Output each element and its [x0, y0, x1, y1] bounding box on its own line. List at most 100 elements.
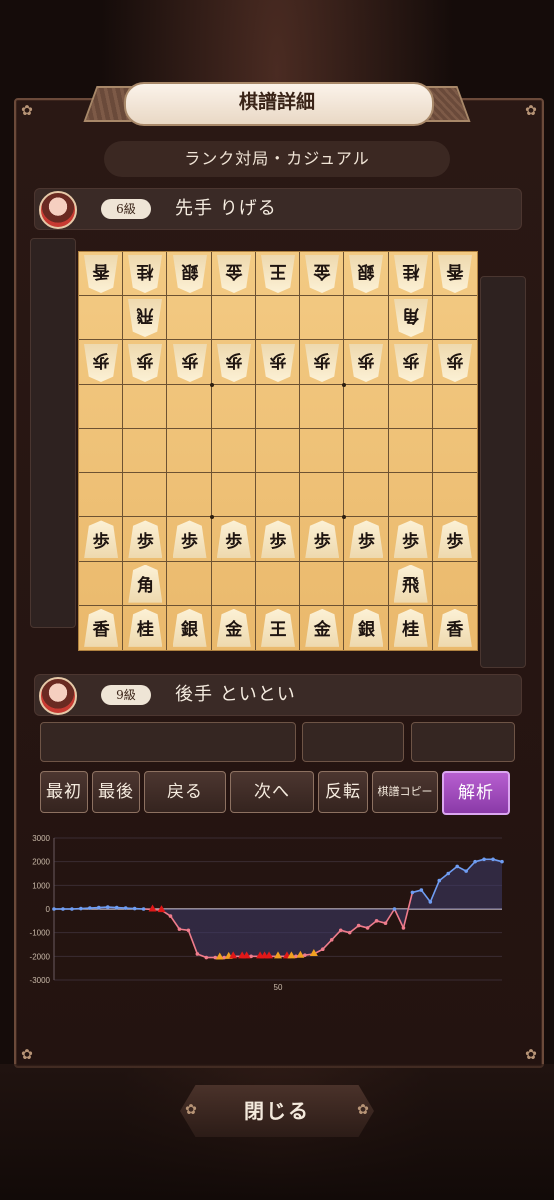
shogi-piece[interactable]: 王 [261, 255, 295, 293]
shogi-piece[interactable]: 歩 [217, 344, 251, 382]
shogi-piece[interactable]: 歩 [393, 520, 428, 559]
shogi-piece[interactable]: 香 [84, 255, 118, 293]
shogi-piece[interactable]: 桂 [394, 255, 428, 293]
shogi-board[interactable]: 香桂銀金王金銀桂香飛角歩歩歩歩歩歩歩歩歩歩歩歩歩歩歩歩歩歩角飛香桂銀金王金銀桂香 [78, 251, 478, 651]
board-cell[interactable] [300, 384, 345, 429]
evaluation-point [114, 905, 119, 910]
shogi-piece[interactable]: 歩 [84, 520, 119, 559]
board-cell[interactable] [255, 561, 301, 606]
shogi-piece[interactable]: 金 [305, 608, 340, 647]
close-button[interactable]: ✿ ✿ 閉じる [180, 1085, 374, 1137]
board-cell[interactable] [79, 384, 124, 429]
evaluation-point [79, 906, 83, 911]
board-cell[interactable] [79, 473, 124, 518]
shogi-piece[interactable]: 金 [217, 255, 251, 293]
shogi-piece[interactable]: 銀 [349, 608, 384, 647]
board-cell[interactable] [344, 428, 389, 474]
shogi-piece[interactable]: 王 [261, 608, 295, 647]
shogi-piece[interactable]: 金 [216, 608, 251, 647]
board-cell[interactable] [388, 384, 433, 429]
shogi-piece[interactable]: 桂 [128, 255, 162, 293]
board-cell[interactable] [432, 385, 477, 429]
evaluation-point [132, 906, 137, 911]
first-move-button[interactable]: 最初 [40, 771, 88, 813]
shogi-piece[interactable]: 歩 [173, 344, 207, 382]
board-cell[interactable] [432, 473, 477, 518]
board-cell[interactable] [432, 429, 477, 474]
shogi-piece[interactable]: 金 [305, 255, 339, 293]
board-cell[interactable] [300, 561, 345, 606]
shogi-piece[interactable]: 歩 [172, 520, 207, 559]
shogi-piece[interactable]: 歩 [128, 344, 162, 382]
rank-badge: 9級 [101, 685, 151, 705]
shogi-piece[interactable]: 角 [394, 299, 428, 337]
board-cell[interactable] [123, 473, 168, 518]
shogi-piece[interactable]: 飛 [128, 299, 162, 337]
board-cell[interactable] [432, 562, 477, 606]
board-cell[interactable] [255, 384, 301, 429]
board-cell[interactable] [167, 473, 212, 518]
evaluation-point [356, 923, 361, 928]
shogi-piece[interactable]: 香 [438, 255, 472, 293]
shogi-piece[interactable]: 歩 [261, 344, 295, 382]
shogi-piece[interactable]: 歩 [216, 520, 251, 559]
shogi-piece[interactable]: 飛 [393, 564, 428, 603]
board-cell[interactable] [167, 384, 212, 429]
board-cell[interactable] [167, 428, 212, 474]
board-cell[interactable] [344, 384, 389, 429]
board-cell[interactable] [388, 473, 433, 518]
board-cell[interactable] [300, 473, 345, 518]
last-move-button[interactable]: 最後 [92, 771, 140, 813]
board-cell[interactable] [344, 296, 389, 341]
board-cell[interactable] [255, 428, 301, 474]
shogi-piece[interactable]: 歩 [305, 344, 339, 382]
shogi-piece[interactable]: 桂 [128, 608, 163, 647]
board-cell[interactable] [344, 473, 389, 518]
board-cell[interactable] [167, 296, 212, 341]
board-cell[interactable] [255, 296, 301, 341]
flip-board-button[interactable]: 反転 [318, 771, 368, 813]
board-cell[interactable] [300, 428, 345, 474]
evaluation-point [338, 928, 343, 933]
player-avatar[interactable] [39, 677, 77, 715]
y-tick-label: 3000 [32, 834, 50, 843]
shogi-piece[interactable]: 香 [84, 608, 119, 647]
shogi-piece[interactable]: 角 [128, 564, 163, 603]
board-cell[interactable] [79, 428, 124, 474]
board-cell[interactable] [211, 473, 256, 518]
shogi-piece[interactable]: 歩 [394, 344, 428, 382]
board-cell[interactable] [167, 561, 212, 606]
player-avatar[interactable] [39, 191, 77, 229]
board-cell[interactable] [432, 296, 477, 341]
board-cell[interactable] [123, 384, 168, 429]
shogi-piece[interactable]: 歩 [261, 520, 295, 559]
board-cell[interactable] [300, 296, 345, 341]
board-cell[interactable] [79, 561, 124, 606]
analyze-button[interactable]: 解析 [442, 771, 510, 815]
shogi-piece[interactable]: 桂 [393, 608, 428, 647]
y-tick-label: 2000 [32, 858, 50, 867]
board-cell[interactable] [211, 428, 256, 474]
shogi-piece[interactable]: 歩 [349, 344, 383, 382]
copy-kifu-button[interactable]: 棋譜コピー [372, 771, 438, 813]
board-cell[interactable] [211, 384, 256, 429]
board-cell[interactable] [211, 296, 256, 341]
board-cell[interactable] [79, 296, 124, 341]
shogi-piece[interactable]: 歩 [84, 344, 118, 382]
evaluation-point [168, 914, 173, 918]
board-cell[interactable] [388, 428, 433, 474]
shogi-piece[interactable]: 歩 [128, 520, 163, 559]
prev-move-button[interactable]: 戻る [144, 771, 226, 813]
board-cell[interactable] [255, 473, 301, 518]
shogi-piece[interactable]: 歩 [437, 520, 472, 559]
shogi-piece[interactable]: 香 [437, 608, 472, 647]
shogi-piece[interactable]: 歩 [349, 520, 384, 559]
shogi-piece[interactable]: 銀 [172, 608, 207, 647]
shogi-piece[interactable]: 歩 [438, 344, 472, 382]
shogi-piece[interactable]: 歩 [305, 520, 340, 559]
evaluation-point [500, 859, 504, 864]
board-cell[interactable] [123, 428, 168, 474]
board-cell[interactable] [344, 561, 389, 606]
next-move-button[interactable]: 次へ [230, 771, 314, 813]
board-cell[interactable] [211, 561, 256, 606]
